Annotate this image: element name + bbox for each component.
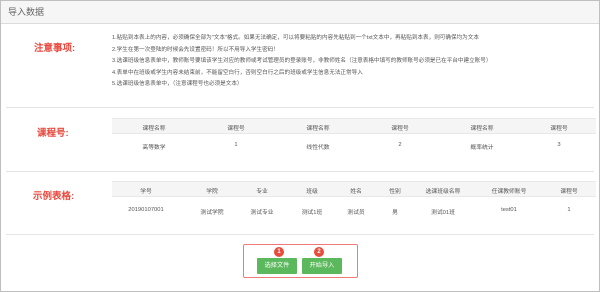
column-header: 专业 — [256, 189, 268, 195]
table-cell: 测试员 — [347, 210, 365, 216]
column-header: 课程号 — [391, 126, 409, 132]
divider — [6, 107, 594, 108]
table-cell: 线性代数 — [306, 145, 330, 151]
example-label: 示例表格: — [33, 191, 75, 202]
column-header: 姓名 — [350, 189, 362, 195]
column-header: 课程名称 — [470, 126, 494, 132]
step-badge: 1 — [274, 247, 284, 257]
table-header: 课程名称 课程号 课程名称 课程号 课程名称 课程号 — [112, 118, 596, 134]
table-header: 学号 学院 专业 班级 姓名 性别 选课班级名称 任课教师账号 课程号 — [112, 181, 596, 197]
column-header: 学院 — [206, 189, 218, 195]
note-line: 2.学生在第一次登陆的时候会先设置密码！所以不用导入学生密码！ — [112, 46, 279, 53]
table-cell: 男 — [392, 210, 398, 216]
choose-file-button[interactable]: 选择文件 — [257, 258, 297, 274]
table-cell: 测试学院 — [200, 210, 224, 216]
column-header: 学号 — [140, 189, 152, 195]
start-import-button[interactable]: 开始导入 — [302, 258, 342, 274]
table-cell: 测试专业 — [250, 210, 274, 216]
course-table: 课程名称 课程号 课程名称 课程号 课程名称 课程号 高等数学 1 线性代数 2… — [112, 118, 596, 162]
import-actions: 1 2 选择文件 开始导入 — [243, 244, 358, 278]
table-cell: 测试01班 — [431, 210, 455, 216]
table-cell: 1 — [567, 207, 571, 213]
table-cell: 20190107001 — [128, 207, 164, 213]
note-line: 3.选课班级信息表单中，教师账号要填该学生对应的教师或考试管理员的登录账号，非教… — [112, 58, 492, 65]
column-header: 选课班级名称 — [425, 189, 461, 195]
example-table: 学号 学院 专业 班级 姓名 性别 选课班级名称 任课教师账号 课程号 2019… — [112, 181, 596, 225]
table-cell: 2 — [398, 142, 402, 148]
column-header: 课程号 — [550, 126, 568, 132]
table-cell: test01 — [501, 207, 517, 213]
notes-list: 1.粘贴到本表上的内容，必须确保全部为"文本"格式。如果无法确定，可以将要粘贴的… — [112, 33, 596, 91]
column-header: 性别 — [389, 189, 401, 195]
table-cell: 高等数学 — [142, 145, 166, 151]
note-line: 5.选课班级信息表单中，（注意课程号也必须是文本） — [112, 81, 243, 88]
column-header: 课程名称 — [142, 126, 166, 132]
column-header: 班级 — [306, 189, 318, 195]
column-header: 课程名称 — [306, 126, 330, 132]
column-header: 课程号 — [560, 189, 578, 195]
dialog-title: 导入数据 — [8, 7, 45, 17]
note-line: 1.粘贴到本表上的内容，必须确保全部为"文本"格式。如果无法确定，可以将要粘贴的… — [112, 35, 479, 41]
table-cell: 测试1班 — [301, 210, 323, 216]
divider — [6, 234, 594, 235]
table-cell: 1 — [234, 142, 238, 148]
column-header: 任课教师账号 — [491, 189, 527, 195]
table-cell: 3 — [557, 142, 561, 148]
dialog-titlebar: 导入数据 — [1, 1, 599, 24]
column-header: 课程号 — [227, 126, 245, 132]
note-line: 4.表单中在班级或学生内容未结束前，不能留空白行，否则空白行之后的班级或学生信息… — [112, 69, 363, 76]
step-badge: 2 — [314, 247, 324, 257]
divider — [6, 171, 594, 172]
course-label: 课程号: — [37, 128, 69, 139]
table-cell: 概率统计 — [470, 145, 494, 151]
notes-label: 注意事项: — [34, 43, 76, 54]
